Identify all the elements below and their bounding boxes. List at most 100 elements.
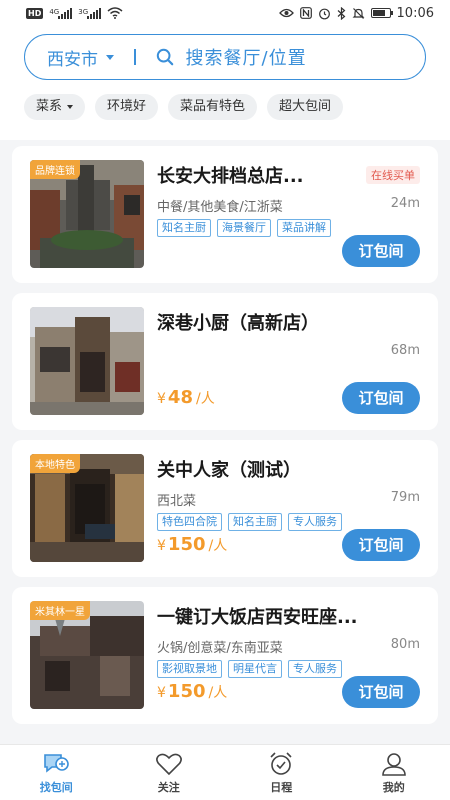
restaurant-name: 深巷小厨（高新店） [157,313,319,334]
price-value: 48 [167,387,193,408]
restaurant-category: 西北菜 [157,494,197,509]
restaurant-name: 关中人家（测试） [157,460,301,481]
search-input[interactable]: 搜索餐厅/位置 [186,44,307,70]
search-bar[interactable]: 西安市 搜索餐厅/位置 [24,34,426,80]
tab-find-room[interactable]: 找包间 [0,745,113,800]
feature-tag: 明星代言 [228,660,282,678]
currency-symbol: ¥ [157,538,166,554]
feature-tag: 菜品讲解 [277,219,331,237]
online-pay-tag: 在线买单 [366,166,420,184]
restaurant-distance: 68m [390,343,420,358]
price-per-person: ¥48/人 [157,387,215,408]
search-divider [134,49,136,65]
battery-icon [370,8,393,18]
filter-large-room[interactable]: 超大包间 [267,94,344,120]
restaurant-info: 关中人家（测试） 西北菜 79m 特色四合院 知名主厨 专人服务 ¥150/人 … [157,454,420,563]
tab-schedule[interactable]: 日程 [225,745,338,800]
alarm-clock-icon [270,751,292,775]
restaurant-category: 中餐/其他美食/江浙菜 [157,200,283,215]
mute-icon [352,7,364,19]
restaurant-info: 一键订大饭店西安旺座... 火锅/创意菜/东南亚菜 80m 影视取景地 明星代言… [157,601,420,710]
book-room-button[interactable]: 订包间 [342,676,420,708]
badge: 品牌连锁 [30,160,80,179]
network-type-1: 4G [49,7,60,16]
hd-indicator: HD [26,7,44,19]
price-unit: /人 [208,685,228,701]
heart-icon [155,753,182,775]
city-selector[interactable]: 西安市 [47,45,114,70]
feature-tag: 海景餐厅 [217,219,271,237]
status-right: 10:06 [278,5,434,21]
restaurant-card[interactable]: 本地特色 关中人家（测试） 西北菜 79m 特色四合院 知名主厨 专人服务 ¥1… [12,440,438,577]
city-label: 西安市 [47,49,98,70]
restaurant-distance: 24m [390,196,420,211]
tab-label: 找包间 [39,780,73,794]
tab-follow[interactable]: 关注 [113,745,226,800]
battery-level [372,10,386,16]
badge: 米其林一星 [30,601,90,620]
header: 西安市 搜索餐厅/位置 菜系 环境好 菜品有特色 超大包间 [0,26,450,140]
filter-label: 超大包间 [279,99,332,114]
price-unit: /人 [208,538,228,554]
restaurant-card[interactable]: 品牌连锁 长安大排档总店... 在线买单 中餐/其他美食/江浙菜 24m 知名主… [12,146,438,283]
restaurant-meta: 68m [157,343,420,358]
restaurant-card[interactable]: 深巷小厨（高新店） 68m ¥48/人 订包间 [12,293,438,430]
filter-label: 菜系 [36,99,63,114]
eye-icon [278,8,294,18]
restaurant-distance: 79m [390,490,420,505]
restaurant-list: 品牌连锁 长安大排档总店... 在线买单 中餐/其他美食/江浙菜 24m 知名主… [0,140,450,724]
filter-label: 菜品有特色 [180,99,246,114]
restaurant-meta: 中餐/其他美食/江浙菜 24m [157,196,420,215]
book-room-button[interactable]: 订包间 [342,529,420,561]
restaurant-category: 火锅/创意菜/东南亚菜 [157,641,283,656]
badge: 本地特色 [30,454,80,473]
bluetooth-icon [337,6,345,20]
status-left: HD 4G 3G [26,7,123,19]
currency-symbol: ¥ [157,685,166,701]
feature-tag: 专人服务 [288,660,342,678]
price-value: 150 [167,681,206,702]
restaurant-meta: 西北菜 79m [157,490,420,509]
wifi-icon [107,7,123,19]
restaurant-distance: 80m [390,637,420,652]
signal-icon-2: 3G [78,7,102,19]
restaurant-photo: 米其林一星 [30,601,144,709]
caret-down-icon [67,105,74,109]
feature-tag: 知名主厨 [228,513,282,531]
restaurant-photo [30,307,144,415]
clock: 10:06 [396,5,434,21]
tab-profile[interactable]: 我的 [338,745,450,800]
alarm-icon [318,8,330,19]
restaurant-photo: 本地特色 [30,454,144,562]
tab-label: 关注 [157,780,180,794]
restaurant-meta: 火锅/创意菜/东南亚菜 80m [157,637,420,656]
filter-chips: 菜系 环境好 菜品有特色 超大包间 [24,94,426,120]
network-type-2: 3G [78,7,89,16]
restaurant-info: 长安大排档总店... 在线买单 中餐/其他美食/江浙菜 24m 知名主厨 海景餐… [157,160,420,269]
filter-environment[interactable]: 环境好 [95,94,159,120]
search-icon [156,48,173,66]
caret-down-icon [106,54,114,60]
feature-tag: 特色四合院 [157,513,222,531]
price-per-person: ¥150/人 [157,534,227,555]
price-per-person: ¥150/人 [157,681,227,702]
status-bar: HD 4G 3G 10:06 [0,0,450,26]
person-icon [381,752,406,776]
restaurant-photo: 品牌连锁 [30,160,144,268]
filter-special-dishes[interactable]: 菜品有特色 [168,94,258,120]
feature-tag: 影视取景地 [157,660,222,678]
restaurant-info: 深巷小厨（高新店） 68m ¥48/人 订包间 [157,307,420,416]
book-room-button[interactable]: 订包间 [342,382,420,414]
feature-tag: 知名主厨 [157,219,211,237]
price-value: 150 [167,534,206,555]
price-unit: /人 [195,391,215,407]
signal-icon: 4G [49,7,73,19]
nfc-icon [299,7,312,19]
feature-tag: 专人服务 [288,513,342,531]
tab-label: 我的 [382,780,405,794]
restaurant-name: 一键订大饭店西安旺座... [157,607,358,628]
currency-symbol: ¥ [157,391,166,407]
book-room-button[interactable]: 订包间 [342,235,420,267]
filter-cuisine[interactable]: 菜系 [24,94,86,120]
restaurant-card[interactable]: 米其林一星 一键订大饭店西安旺座... 火锅/创意菜/东南亚菜 80m 影视取景… [12,587,438,724]
